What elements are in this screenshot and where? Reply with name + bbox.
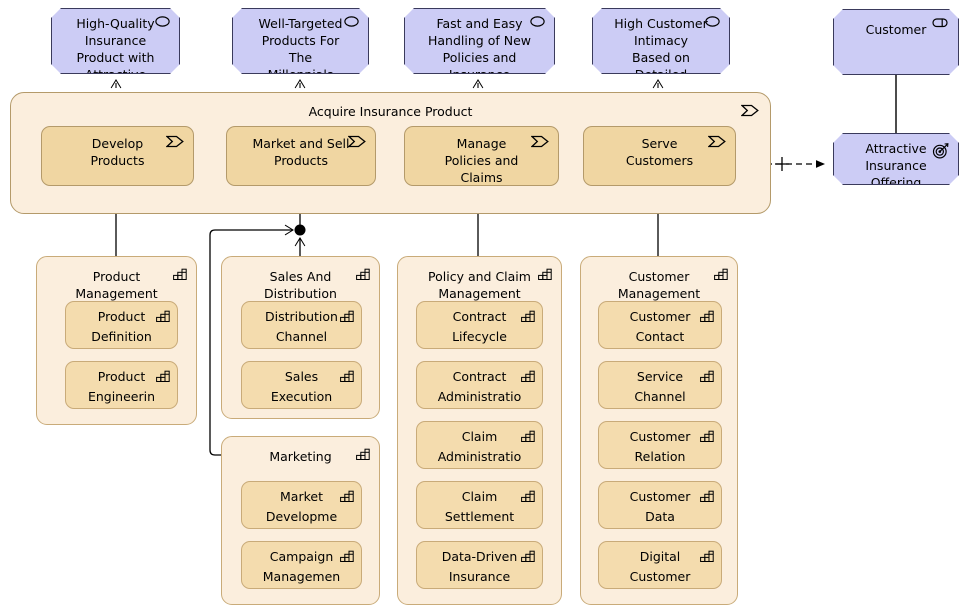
archimate-diagram-canvas: High-Quality Insurance Product with Attr… bbox=[0, 0, 973, 614]
capability-campaign-management[interactable]: Campaign Managemen . bbox=[241, 541, 362, 589]
capability-icon bbox=[521, 550, 535, 562]
capability-customer-relation[interactable]: Customer Relation .. . bbox=[598, 421, 722, 469]
stakeholder-role-icon bbox=[932, 17, 949, 28]
outcome-oval-icon bbox=[344, 16, 359, 27]
capability-contract-administration[interactable]: Contract Administratio bbox=[416, 361, 543, 409]
capability-icon bbox=[156, 310, 170, 322]
capability-customer-data[interactable]: Customer Data .. . bbox=[598, 481, 722, 529]
capability-icon bbox=[340, 370, 354, 382]
capability-group-marketing[interactable]: Marketing Market Developme . bbox=[221, 436, 380, 605]
outcome-oval-icon bbox=[705, 16, 720, 27]
capability-group-sales-and-distribution[interactable]: Sales And Distribution Distribution Chan… bbox=[221, 256, 380, 419]
capability-digital-customer[interactable]: Digital Customer .. . bbox=[598, 541, 722, 589]
capability-customer-contact[interactable]: Customer Contact .. . bbox=[598, 301, 722, 349]
value-stream-title: Acquire Insurance Product bbox=[308, 104, 473, 119]
capability-icon bbox=[700, 310, 714, 322]
capability-contract-lifecycle[interactable]: Contract Lifecycle .. . bbox=[416, 301, 543, 349]
capability-icon bbox=[356, 448, 370, 460]
process-label: Market and Sell Products bbox=[252, 136, 350, 168]
goal-fast-and-easy-handling[interactable]: Fast and Easy Handling of New Policies a… bbox=[404, 8, 555, 74]
goal-label: Attractive Insurance Offering bbox=[865, 141, 927, 185]
junction-plus-symbol bbox=[775, 157, 789, 171]
capability-icon bbox=[156, 370, 170, 382]
business-process-icon bbox=[166, 135, 184, 148]
capability-label: Product Definition bbox=[91, 309, 152, 344]
business-process-icon bbox=[708, 135, 726, 148]
goal-high-quality-insurance-product[interactable]: High-Quality Insurance Product with Attr… bbox=[51, 8, 180, 74]
capability-icon bbox=[340, 490, 354, 502]
capability-icon bbox=[521, 430, 535, 442]
goal-high-customer-intimacy[interactable]: High Customer Intimacy Based on Detailed bbox=[592, 8, 730, 74]
capability-label: Product Engineerin bbox=[87, 369, 156, 404]
capability-market-development[interactable]: Market Developme . bbox=[241, 481, 362, 529]
capability-icon bbox=[700, 430, 714, 442]
capability-group-policy-and-claim-management[interactable]: Policy and Claim Management Contract Lif… bbox=[397, 256, 562, 605]
capability-icon bbox=[521, 370, 535, 382]
process-label: Serve Customers bbox=[625, 136, 694, 168]
capability-product-engineering[interactable]: Product Engineerin bbox=[65, 361, 178, 409]
capability-sales-execution[interactable]: Sales Execution bbox=[241, 361, 362, 409]
goal-target-icon bbox=[932, 143, 949, 159]
capability-icon bbox=[538, 268, 552, 280]
process-market-and-sell-products[interactable]: Market and Sell Products bbox=[226, 126, 376, 186]
capability-icon bbox=[521, 490, 535, 502]
value-stream-acquire-insurance-product[interactable]: Acquire Insurance Product Develop Produc… bbox=[10, 92, 771, 214]
capability-label: Sales Execution bbox=[270, 369, 333, 404]
capability-icon bbox=[714, 268, 728, 280]
capability-icon bbox=[521, 310, 535, 322]
outcome-oval-icon bbox=[155, 16, 170, 27]
capability-label: Contract Administratio bbox=[437, 369, 522, 404]
capability-product-definition[interactable]: Product Definition bbox=[65, 301, 178, 349]
capability-label: Claim Settlement bbox=[444, 489, 515, 524]
capability-icon bbox=[700, 370, 714, 382]
stakeholder-customer[interactable]: Customer bbox=[833, 9, 959, 75]
process-develop-products[interactable]: Develop Products bbox=[41, 126, 194, 186]
process-serve-customers[interactable]: Serve Customers bbox=[583, 126, 736, 186]
process-manage-policies-and-claims[interactable]: Manage Policies and Claims bbox=[404, 126, 559, 186]
capability-icon bbox=[700, 550, 714, 562]
process-label: Develop Products bbox=[90, 136, 145, 168]
capability-icon bbox=[340, 310, 354, 322]
capability-distribution-channel[interactable]: Distribution Channel .. bbox=[241, 301, 362, 349]
capability-group-title: Policy and Claim Management bbox=[428, 269, 531, 301]
capability-data-driven-insurance[interactable]: Data-Driven Insurance bbox=[416, 541, 543, 589]
capability-icon bbox=[340, 550, 354, 562]
business-process-icon bbox=[531, 135, 549, 148]
capability-group-customer-management[interactable]: Customer Management Customer Contact Ser… bbox=[580, 256, 738, 605]
capability-group-product-management[interactable]: Product Management Product Definition Pr… bbox=[36, 256, 197, 425]
capability-claim-administration[interactable]: Claim Administratio bbox=[416, 421, 543, 469]
business-process-icon bbox=[348, 135, 366, 148]
capability-icon bbox=[700, 490, 714, 502]
capability-claim-settlement[interactable]: Claim Settlement bbox=[416, 481, 543, 529]
capability-label: Data-Driven Insurance bbox=[441, 549, 518, 584]
capability-service-channel[interactable]: Service Channel .. . bbox=[598, 361, 722, 409]
capability-label: Claim Administratio bbox=[437, 429, 522, 464]
outcome-oval-icon bbox=[530, 16, 545, 27]
goal-attractive-insurance-offering[interactable]: Attractive Insurance Offering bbox=[833, 133, 959, 185]
business-process-icon bbox=[741, 104, 759, 117]
capability-icon bbox=[356, 268, 370, 280]
goal-well-targeted-products[interactable]: Well-Targeted Products For The Millennia… bbox=[232, 8, 369, 74]
capability-icon bbox=[173, 268, 187, 280]
